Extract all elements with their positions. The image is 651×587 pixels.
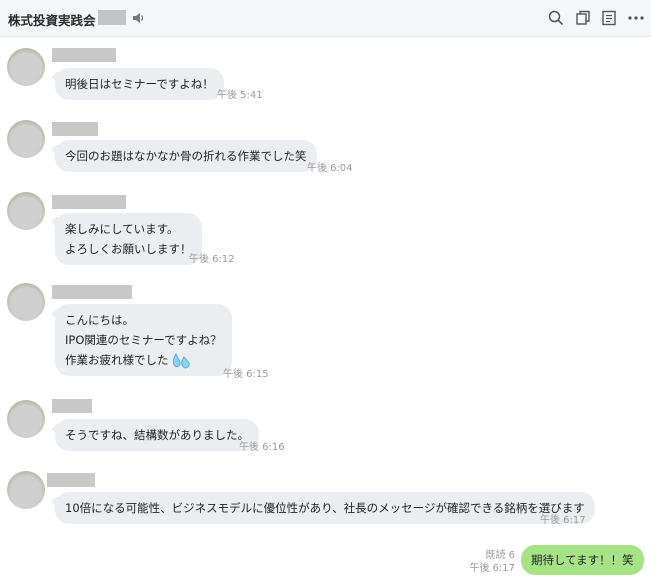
message-time: 午後 5:41 (217, 90, 263, 101)
sender-name-redacted (52, 122, 98, 136)
message-text: そうですね、結構数がありました。 (65, 428, 249, 442)
sender-name-redacted (52, 195, 126, 209)
message-bubble[interactable]: 明後日はセミナーですよね！ (55, 68, 224, 100)
my-message-bubble[interactable]: 期待してます！！笑 (521, 545, 644, 575)
message-time: 午後 6:12 (189, 254, 235, 265)
sender-name-redacted (47, 473, 95, 487)
message-text: 期待してます！！笑 (531, 553, 634, 567)
message-text: 楽しみにしています。 (65, 222, 179, 236)
copy-icon[interactable] (574, 9, 592, 27)
message-time: 午後 6:17 (469, 563, 515, 574)
message-time: 午後 6:04 (307, 163, 353, 174)
avatar[interactable] (7, 283, 45, 321)
read-count: 既読 6 (485, 550, 515, 561)
message-text: IPO関連のセミナーですよね？ (65, 333, 222, 347)
sender-name-redacted (52, 48, 116, 62)
message-bubble[interactable]: 今回のお題はなかなか骨の折れる作業でした笑 (55, 140, 317, 172)
avatar[interactable] (7, 120, 45, 158)
message-text: こんにちは。 (65, 313, 134, 327)
message-text: よろしくお願いします！ (65, 242, 192, 256)
avatar[interactable] (7, 48, 45, 86)
message-text: 明後日はセミナーですよね！ (65, 77, 214, 91)
sender-name-redacted (52, 399, 92, 413)
read-status: 既読 6 午後 6:17 (440, 549, 515, 575)
message-text: 今回のお題はなかなか骨の折れる作業でした笑 (65, 149, 307, 163)
member-count-redacted (98, 10, 126, 25)
message-time: 午後 6:16 (239, 442, 285, 453)
avatar[interactable] (7, 400, 45, 438)
speaker-icon[interactable] (131, 11, 145, 25)
message-time: 午後 6:15 (223, 369, 269, 380)
message-bubble[interactable]: そうですね、結構数がありました。 (55, 419, 259, 451)
group-title[interactable]: 株式投資実践会 (8, 10, 96, 29)
message-bubble[interactable]: こんにちは。 IPO関連のセミナーですよね？ 作業お疲れ様でした (55, 304, 232, 376)
sender-name-redacted (52, 285, 132, 299)
search-icon[interactable] (547, 9, 565, 27)
avatar[interactable] (7, 192, 45, 230)
chat-header: 株式投資実践会 (0, 0, 651, 37)
message-text: 作業お疲れ様でした (65, 353, 169, 367)
avatar[interactable] (7, 471, 45, 509)
sweat-drops-icon (172, 352, 190, 368)
message-time: 午後 6:17 (540, 515, 586, 526)
message-line: 作業お疲れ様でした (65, 350, 222, 370)
message-bubble[interactable]: 楽しみにしています。 よろしくお願いします！ (55, 213, 202, 265)
more-icon[interactable] (627, 9, 645, 27)
message-text: 10倍になる可能性、ビジネスモデルに優位性があり、社長のメッセージが確認できる銘… (65, 501, 585, 515)
message-bubble[interactable]: 10倍になる可能性、ビジネスモデルに優位性があり、社長のメッセージが確認できる銘… (55, 492, 595, 524)
note-icon[interactable] (600, 9, 618, 27)
